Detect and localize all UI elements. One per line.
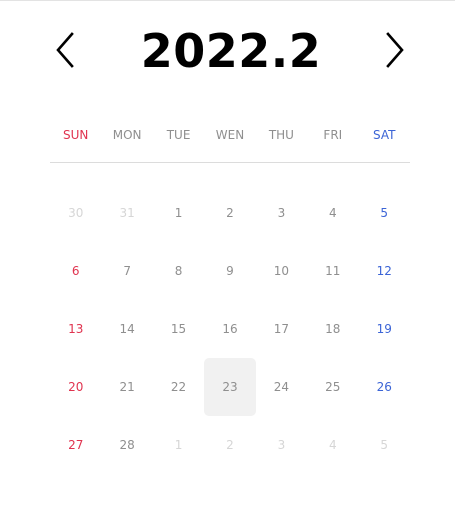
day-cell-outside-month[interactable]: 2: [204, 416, 255, 474]
day-cell[interactable]: 7: [101, 242, 152, 300]
day-cell[interactable]: 8: [153, 242, 204, 300]
day-cell[interactable]: 21: [101, 358, 152, 416]
day-cell[interactable]: 3: [256, 184, 307, 242]
day-cell-outside-month[interactable]: 5: [359, 416, 410, 474]
month-title: 2022.2: [140, 24, 322, 78]
day-cell[interactable]: 9: [204, 242, 255, 300]
weekday-wen: WEN: [215, 128, 245, 142]
day-cell-outside-month[interactable]: 30: [50, 184, 101, 242]
day-cell-outside-month[interactable]: 31: [101, 184, 152, 242]
day-cell[interactable]: 1: [153, 184, 204, 242]
weekday-fri: FRI: [323, 128, 343, 142]
day-cell[interactable]: 26: [359, 358, 410, 416]
weekday-sat: SAT: [373, 128, 396, 142]
day-cell[interactable]: 24: [256, 358, 307, 416]
day-cell[interactable]: 13: [50, 300, 101, 358]
day-cell[interactable]: 14: [101, 300, 152, 358]
day-cell[interactable]: 15: [153, 300, 204, 358]
day-cell[interactable]: 17: [256, 300, 307, 358]
week-row: 13 14 15 16 17 18 19: [50, 300, 410, 358]
prev-month-button[interactable]: [50, 30, 80, 70]
week-row: 30 31 1 2 3 4 5: [50, 184, 410, 242]
chevron-right-icon: [386, 32, 404, 68]
day-cell[interactable]: 10: [256, 242, 307, 300]
day-cell-outside-month[interactable]: 1: [153, 416, 204, 474]
week-row: 27 28 1 2 3 4 5: [50, 416, 410, 474]
day-cell[interactable]: 5: [359, 184, 410, 242]
weekday-sun: SUN: [63, 128, 89, 142]
chevron-left-icon: [56, 32, 74, 68]
weekday-thu: THU: [268, 128, 294, 142]
day-cell[interactable]: 28: [101, 416, 152, 474]
day-cell-outside-month[interactable]: 3: [256, 416, 307, 474]
day-cell-outside-month[interactable]: 4: [307, 416, 358, 474]
calendar-header: 2022.2: [0, 20, 455, 82]
week-row: 6 7 8 9 10 11 12: [50, 242, 410, 300]
day-cell[interactable]: 6: [50, 242, 101, 300]
day-cell[interactable]: 2: [204, 184, 255, 242]
weekday-tue: TUE: [166, 128, 191, 142]
day-cell[interactable]: 11: [307, 242, 358, 300]
week-row: 20 21 22 23 24 25 26: [50, 358, 410, 416]
day-cell[interactable]: 22: [153, 358, 204, 416]
weekday-header-row: SUN MON TUE WEN THU FRI SAT: [50, 120, 410, 163]
day-cell[interactable]: 27: [50, 416, 101, 474]
day-cell[interactable]: 16: [204, 300, 255, 358]
day-cell-selected[interactable]: 23: [204, 358, 256, 416]
day-cell[interactable]: 12: [359, 242, 410, 300]
calendar-grid: 30 31 1 2 3 4 5 6 7 8 9 10 11 12 13 14 15 16 17 18 19 20 21 22 2…: [50, 184, 410, 474]
day-cell[interactable]: 19: [359, 300, 410, 358]
day-cell[interactable]: 18: [307, 300, 358, 358]
day-cell[interactable]: 20: [50, 358, 101, 416]
day-cell[interactable]: 25: [307, 358, 358, 416]
top-divider: [0, 0, 455, 1]
next-month-button[interactable]: [380, 30, 410, 70]
day-cell[interactable]: 4: [307, 184, 358, 242]
weekday-mon: MON: [112, 128, 142, 142]
